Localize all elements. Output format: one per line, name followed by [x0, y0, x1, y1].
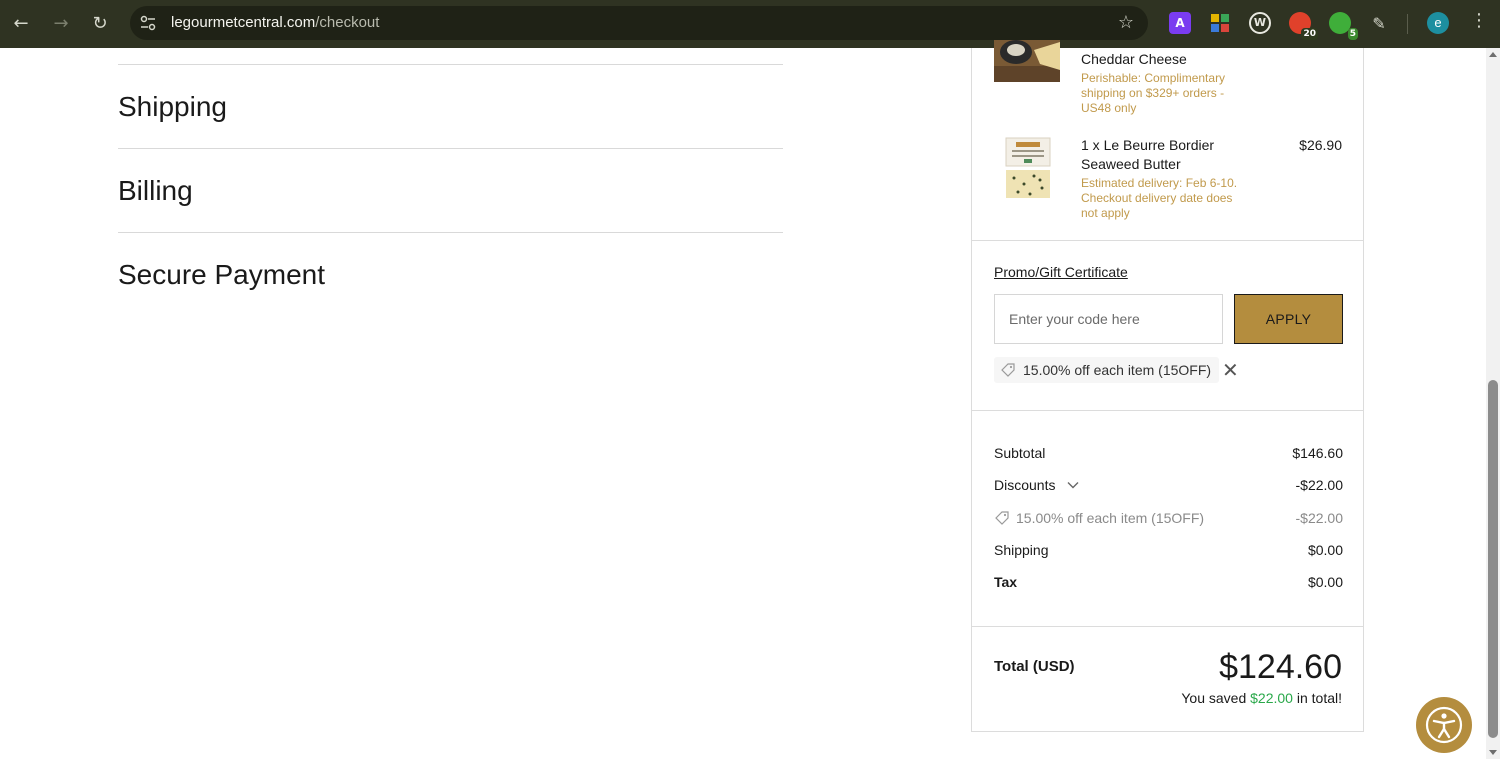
extension-w-icon[interactable]: W [1249, 12, 1271, 34]
remove-promo-icon[interactable]: ✕ [1222, 360, 1239, 380]
extension-a-icon[interactable]: A [1169, 12, 1191, 34]
promo-code-input[interactable] [994, 294, 1223, 344]
browser-menu-icon[interactable]: ⋮ [1470, 10, 1488, 31]
step-secure-payment-label: Secure Payment [118, 259, 325, 290]
applied-promo-text: 15.00% off each item (15OFF) [1023, 362, 1212, 378]
tax-row: Tax $0.00 [994, 572, 1343, 592]
steps-top-spacer [118, 48, 783, 64]
url-host: legourmetcentral.com [171, 14, 316, 31]
savings-message: You saved $22.00 in total! [1181, 690, 1342, 706]
subtotal-value: $146.60 [1292, 445, 1343, 461]
item-name: 1 x Le Beurre Bordier Seaweed Butter [1081, 137, 1215, 172]
order-summary: Cheddar Cheese Perishable: Complimentary… [971, 40, 1364, 732]
summary-divider [972, 626, 1363, 627]
discounts-toggle[interactable]: Discounts [994, 477, 1079, 493]
extension-red-icon[interactable]: 20 [1289, 12, 1318, 40]
saved-prefix: You saved [1181, 690, 1247, 706]
extension-red-badge: 20 [1301, 28, 1318, 40]
summary-divider [972, 410, 1363, 411]
tag-icon [1001, 363, 1015, 377]
discounts-row[interactable]: Discounts -$22.00 [994, 475, 1343, 495]
tag-icon [995, 511, 1009, 525]
item-note: Estimated delivery: Feb 6-10. Checkout d… [1081, 176, 1238, 220]
scroll-down-arrow[interactable] [1489, 750, 1497, 755]
bookmark-star-icon[interactable]: ☆ [1118, 12, 1134, 33]
saved-suffix: in total! [1296, 690, 1342, 706]
forward-icon[interactable]: → [49, 12, 73, 36]
extension-w-glyph: W [1253, 16, 1267, 29]
chevron-down-icon[interactable] [1067, 481, 1079, 489]
promo-label[interactable]: Promo/Gift Certificate [994, 264, 1128, 280]
scrollbar-thumb[interactable] [1488, 380, 1498, 738]
discount-detail-value: -$22.00 [1295, 510, 1343, 526]
discount-detail: 15.00% off each item (15OFF) [994, 510, 1204, 526]
step-shipping-label: Shipping [118, 90, 227, 122]
summary-divider [972, 240, 1363, 241]
browser-toolbar: ← → ↻ legourmetcentral.com/checkout ☆ A … [0, 0, 1500, 48]
discounts-label: Discounts [994, 477, 1056, 493]
step-shipping[interactable]: Shipping [118, 65, 783, 149]
extensions-puzzle-icon[interactable]: ✎ [1367, 12, 1391, 36]
subtotal-row: Subtotal $146.60 [994, 443, 1343, 463]
total-value: $124.60 [1219, 648, 1342, 686]
profile-avatar[interactable]: e [1427, 12, 1449, 34]
discount-detail-row: 15.00% off each item (15OFF) -$22.00 [994, 508, 1343, 528]
step-billing[interactable]: Billing [118, 149, 783, 233]
tax-label: Tax [994, 574, 1018, 590]
toolbar-divider [1407, 14, 1408, 34]
step-billing-label: Billing [118, 174, 193, 206]
extension-green-badge: 5 [1347, 28, 1358, 40]
item-note: Perishable: Complimentary shipping on $3… [1081, 71, 1226, 115]
url-path: /checkout [315, 14, 380, 31]
shipping-label: Shipping [994, 542, 1049, 558]
address-bar[interactable]: legourmetcentral.com/checkout ☆ [130, 6, 1148, 40]
tax-value: $0.00 [1307, 574, 1343, 590]
url-text[interactable]: legourmetcentral.com/checkout [171, 14, 379, 31]
saved-amount: $22.00 [1250, 690, 1293, 706]
discounts-value: -$22.00 [1295, 477, 1343, 493]
extension-a-glyph: A [1175, 16, 1185, 30]
apply-button[interactable]: APPLY [1234, 294, 1343, 344]
accessibility-icon [1425, 706, 1463, 744]
step-secure-payment[interactable]: Secure Payment [118, 233, 783, 317]
total-label: Total (USD) [994, 658, 1075, 675]
item-price: $26.90 [1299, 137, 1342, 153]
cheddar-cheese-image [994, 40, 1060, 82]
checkout-steps: Shipping Billing Secure Payment [118, 48, 783, 317]
seaweed-butter-image [1005, 137, 1051, 198]
extension-grid-icon[interactable] [1209, 12, 1231, 34]
accessibility-button[interactable] [1416, 697, 1472, 753]
back-icon[interactable]: ← [9, 12, 33, 36]
discount-detail-label: 15.00% off each item (15OFF) [1016, 510, 1205, 526]
scroll-up-arrow[interactable] [1489, 52, 1497, 57]
applied-promo-tag: 15.00% off each item (15OFF) [994, 357, 1220, 383]
reload-icon[interactable]: ↻ [88, 12, 112, 36]
shipping-row: Shipping $0.00 [994, 540, 1343, 560]
item-name: Cheddar Cheese [1081, 51, 1187, 67]
grid-icon [1211, 14, 1229, 32]
extension-green-icon[interactable]: 5 [1329, 12, 1358, 40]
shipping-value: $0.00 [1307, 542, 1343, 558]
site-settings-icon[interactable] [139, 14, 157, 32]
subtotal-label: Subtotal [994, 445, 1046, 461]
